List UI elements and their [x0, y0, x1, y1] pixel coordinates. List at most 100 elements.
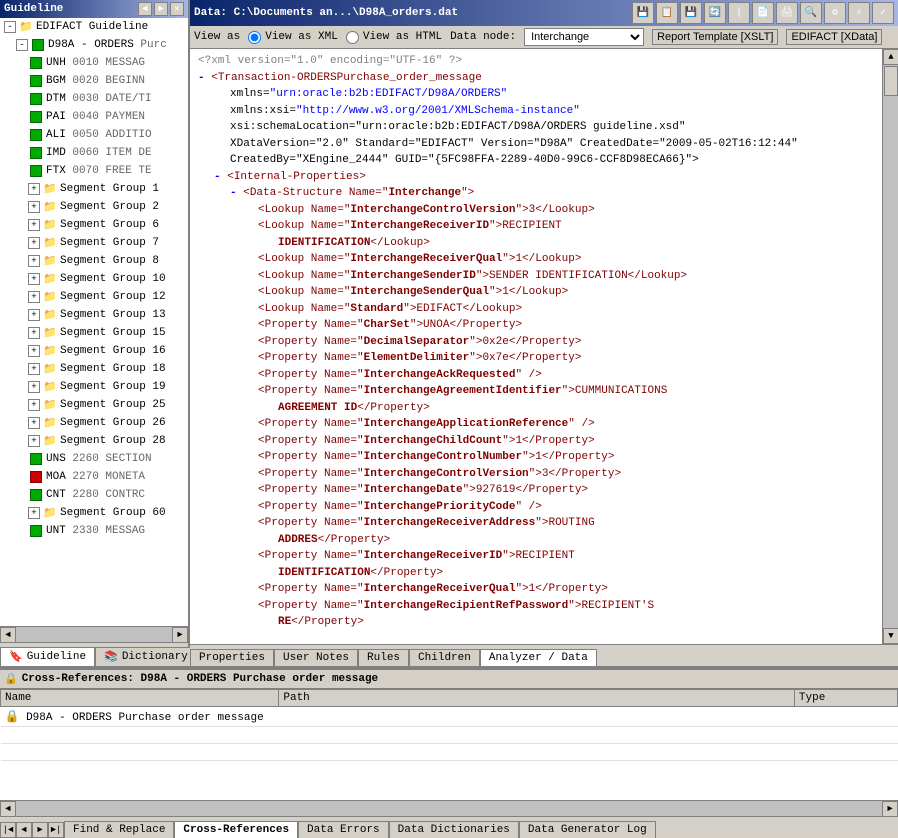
expand-icon-sg15[interactable]: +	[28, 327, 40, 339]
toolbar-icon-2[interactable]: 📋	[656, 2, 678, 24]
expand-icon-sg19[interactable]: +	[28, 381, 40, 393]
tree-item-edifact[interactable]: - 📁 EDIFACT Guideline	[0, 18, 188, 36]
vscroll-down-btn[interactable]: ▼	[883, 628, 898, 644]
expand-icon-sg7[interactable]: +	[28, 237, 40, 249]
tree-item-sg6[interactable]: + 📁 Segment Group 6	[0, 216, 188, 234]
collapse-internal[interactable]: -	[214, 171, 221, 183]
tree-item-sg18[interactable]: + 📁 Segment Group 18	[0, 360, 188, 378]
nav-first-btn[interactable]: |◄	[0, 822, 16, 838]
tree-item-sg26[interactable]: + 📁 Segment Group 26	[0, 414, 188, 432]
tree-item-sg13[interactable]: + 📁 Segment Group 13	[0, 306, 188, 324]
tree-item-unh[interactable]: UNH 0010 MESSAG	[0, 54, 188, 72]
guideline-close-btn[interactable]: ✕	[170, 2, 184, 16]
toolbar-icon-11[interactable]: ✓	[872, 2, 894, 24]
toolbar-icon-1[interactable]: 💾	[632, 2, 654, 24]
tab-properties[interactable]: Properties	[190, 649, 274, 666]
expand-icon-sg8[interactable]: +	[28, 255, 40, 267]
expand-icon-sg26[interactable]: +	[28, 417, 40, 429]
tree-item-sg7[interactable]: + 📁 Segment Group 7	[0, 234, 188, 252]
expand-icon-sg13[interactable]: +	[28, 309, 40, 321]
tab-cross-references[interactable]: Cross-References	[174, 821, 298, 838]
tab-data-errors[interactable]: Data Errors	[298, 821, 389, 838]
expand-icon-d98a[interactable]: -	[16, 39, 28, 51]
guideline-fwd-btn[interactable]: ►	[154, 2, 168, 16]
vscroll-thumb[interactable]	[884, 66, 898, 96]
bottom-hscroll-track[interactable]	[16, 801, 882, 817]
tab-guideline[interactable]: 🔖 Guideline	[0, 647, 95, 666]
hscroll-right-btn[interactable]: ►	[172, 627, 188, 643]
expand-icon-sg16[interactable]: +	[28, 345, 40, 357]
tree-item-dtm[interactable]: DTM 0030 DATE/TI	[0, 90, 188, 108]
expand-icon-sg12[interactable]: +	[28, 291, 40, 303]
expand-icon-edifact[interactable]: -	[4, 21, 16, 33]
tree-item-sg60[interactable]: + 📁 Segment Group 60	[0, 504, 188, 522]
tree-item-ftx[interactable]: FTX 0070 FREE TE	[0, 162, 188, 180]
expand-icon-sg60[interactable]: +	[28, 507, 40, 519]
tree-item-sg16[interactable]: + 📁 Segment Group 16	[0, 342, 188, 360]
edifact-xdata-btn[interactable]: EDIFACT [XData]	[786, 29, 882, 45]
collapse-ds[interactable]: -	[230, 187, 237, 199]
toolbar-icon-8[interactable]: 🔍	[800, 2, 822, 24]
tree-item-imd[interactable]: IMD 0060 ITEM DE	[0, 144, 188, 162]
toolbar-icon-7[interactable]: 🖨	[776, 2, 798, 24]
tree-item-sg1[interactable]: + 📁 Segment Group 1	[0, 180, 188, 198]
view-as-xml-radio[interactable]: View as XML	[248, 31, 338, 44]
tree-item-d98a[interactable]: - D98A - ORDERS Purc	[0, 36, 188, 54]
toolbar-icon-5[interactable]: |	[728, 2, 750, 24]
expand-icon-sg2[interactable]: +	[28, 201, 40, 213]
tab-dictionary[interactable]: 📚 Dictionary	[95, 647, 197, 666]
data-node-select[interactable]: Interchange Transaction Segment	[524, 28, 644, 46]
tab-user-notes[interactable]: User Notes	[274, 649, 358, 666]
bottom-hscroll-left[interactable]: ◄	[0, 801, 16, 817]
nav-last-btn[interactable]: ►|	[48, 822, 64, 838]
tree-item-sg8[interactable]: + 📁 Segment Group 8	[0, 252, 188, 270]
tab-data-generator-log[interactable]: Data Generator Log	[519, 821, 656, 838]
tree-item-sg15[interactable]: + 📁 Segment Group 15	[0, 324, 188, 342]
tree-item-unt[interactable]: UNT 2330 MESSAG	[0, 522, 188, 540]
tab-find-replace[interactable]: Find & Replace	[64, 821, 174, 838]
tree-item-moa[interactable]: MOA 2270 MONETA	[0, 468, 188, 486]
xml-radio-input[interactable]	[248, 31, 261, 44]
bottom-hscrollbar[interactable]: ◄ ►	[0, 800, 898, 816]
tab-rules[interactable]: Rules	[358, 649, 409, 666]
view-as-html-radio[interactable]: View as HTML	[346, 31, 442, 44]
expand-icon-sg18[interactable]: +	[28, 363, 40, 375]
tree-item-sg10[interactable]: + 📁 Segment Group 10	[0, 270, 188, 288]
toolbar-icon-9[interactable]: ⚙	[824, 2, 846, 24]
toolbar-icon-10[interactable]: ⚡	[848, 2, 870, 24]
tree-item-sg25[interactable]: + 📁 Segment Group 25	[0, 396, 188, 414]
toolbar-icon-4[interactable]: 🔄	[704, 2, 726, 24]
collapse-transaction[interactable]: -	[198, 72, 205, 84]
toolbar-icon-6[interactable]: 📄	[752, 2, 774, 24]
tree-item-cnt[interactable]: CNT 2280 CONTRC	[0, 486, 188, 504]
hscroll-left-btn[interactable]: ◄	[0, 627, 16, 643]
report-template-btn[interactable]: Report Template [XSLT]	[652, 29, 778, 45]
tree-item-sg28[interactable]: + 📁 Segment Group 28	[0, 432, 188, 450]
tree-item-bgm[interactable]: BGM 0020 BEGINN	[0, 72, 188, 90]
tab-children[interactable]: Children	[409, 649, 480, 666]
tree-item-sg2[interactable]: + 📁 Segment Group 2	[0, 198, 188, 216]
table-row[interactable]: 🔒 D98A - ORDERS Purchase order message	[1, 707, 898, 727]
tree-item-ali[interactable]: ALI 0050 ADDITIO	[0, 126, 188, 144]
hscroll-track[interactable]	[16, 627, 172, 643]
tree-item-sg19[interactable]: + 📁 Segment Group 19	[0, 378, 188, 396]
left-hscrollbar[interactable]: ◄ ►	[0, 626, 188, 642]
expand-icon-sg10[interactable]: +	[28, 273, 40, 285]
tree-item-sg12[interactable]: + 📁 Segment Group 12	[0, 288, 188, 306]
html-radio-input[interactable]	[346, 31, 359, 44]
xml-vscrollbar[interactable]: ▲ ▼	[882, 49, 898, 644]
nav-prev-btn[interactable]: ◄	[16, 822, 32, 838]
toolbar-icon-3[interactable]: 💾	[680, 2, 702, 24]
expand-icon-sg28[interactable]: +	[28, 435, 40, 447]
tab-analyzer-data[interactable]: Analyzer / Data	[480, 649, 597, 666]
expand-icon-sg1[interactable]: +	[28, 183, 40, 195]
vscroll-track[interactable]	[883, 65, 898, 628]
tree-item-pai[interactable]: PAI 0040 PAYMEN	[0, 108, 188, 126]
expand-icon-sg6[interactable]: +	[28, 219, 40, 231]
guideline-back-btn[interactable]: ◄	[138, 2, 152, 16]
expand-icon-sg25[interactable]: +	[28, 399, 40, 411]
tab-data-dictionaries[interactable]: Data Dictionaries	[389, 821, 519, 838]
tree-item-uns[interactable]: UNS 2260 SECTION	[0, 450, 188, 468]
bottom-hscroll-right[interactable]: ►	[882, 801, 898, 817]
nav-next-btn[interactable]: ►	[32, 822, 48, 838]
